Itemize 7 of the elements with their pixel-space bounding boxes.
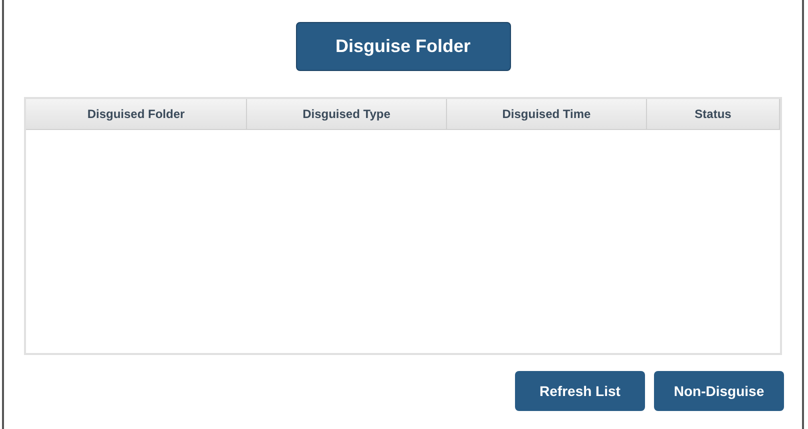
disguise-folder-button[interactable]: Disguise Folder <box>296 22 510 71</box>
column-header: Disguised Folder <box>26 99 247 130</box>
column-header: Disguised Type <box>247 99 447 130</box>
column-header: Disguised Time <box>447 99 647 130</box>
refresh-list-button[interactable]: Refresh List <box>515 371 645 411</box>
non-disguise-button[interactable]: Non-Disguise <box>654 371 784 411</box>
column-header: Status <box>647 99 780 130</box>
